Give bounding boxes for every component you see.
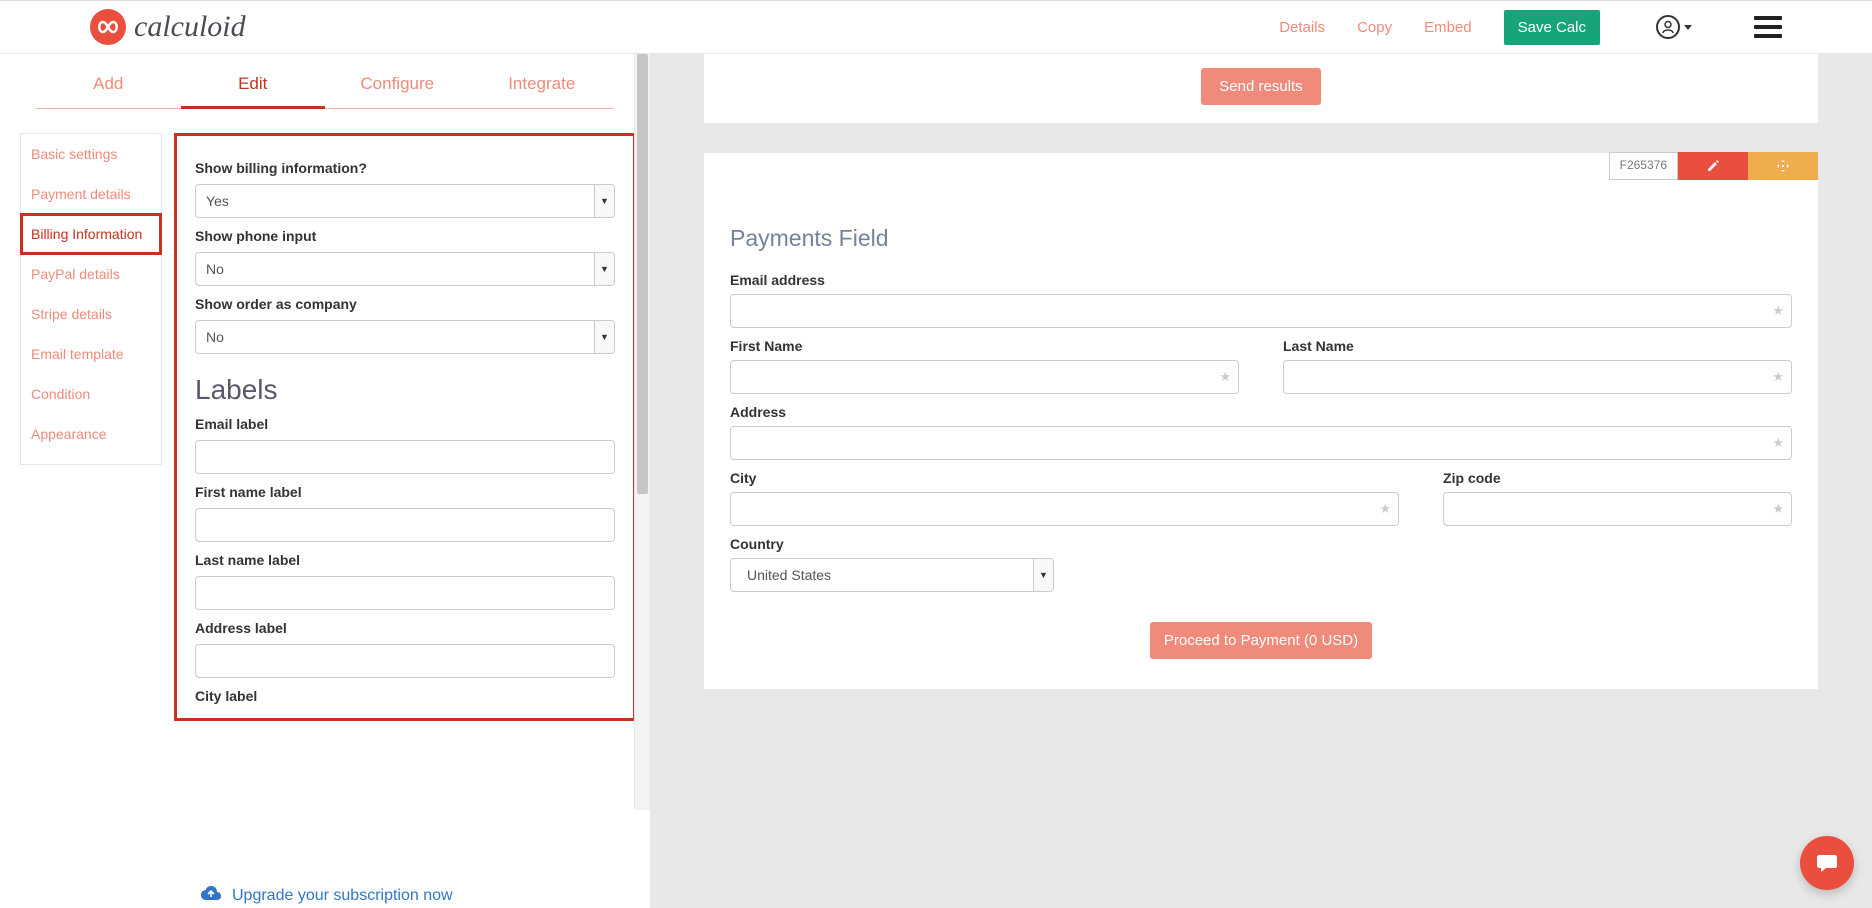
pv-email-label: Email address	[730, 272, 1792, 288]
tab-integrate[interactable]: Integrate	[470, 56, 615, 109]
pv-city-label: City	[730, 470, 1399, 486]
pv-lastname-input[interactable]	[1283, 360, 1792, 394]
payments-panel: F265376 Payments Field Email address ★ F	[704, 153, 1818, 689]
show-company-select[interactable]: No	[195, 320, 615, 354]
logo[interactable]: calculoid	[90, 9, 246, 45]
nav-details[interactable]: Details	[1279, 19, 1325, 36]
settings-sidebar: Basic settings Payment details Billing I…	[20, 133, 162, 465]
sidebar-item-condition[interactable]: Condition	[21, 374, 161, 414]
first-name-label-label: First name label	[195, 484, 615, 500]
nav-copy[interactable]: Copy	[1357, 19, 1392, 36]
scrollbar[interactable]	[634, 54, 650, 810]
chat-widget-button[interactable]	[1800, 836, 1854, 890]
pv-firstname-input[interactable]	[730, 360, 1239, 394]
editor-column: Add Edit Configure Integrate Basic setti…	[0, 54, 650, 908]
first-name-label-input[interactable]	[195, 508, 615, 542]
logo-mark-icon	[90, 9, 126, 45]
address-label-input[interactable]	[195, 644, 615, 678]
city-label-label: City label	[195, 688, 615, 704]
billing-form: Show billing information? Yes ▼ Show pho…	[174, 133, 636, 721]
sidebar-item-appearance[interactable]: Appearance	[21, 414, 161, 454]
move-field-button[interactable]	[1748, 152, 1818, 180]
send-results-strip: Send results	[704, 54, 1818, 123]
star-icon: ★	[1219, 369, 1231, 385]
last-name-label-input[interactable]	[195, 576, 615, 610]
preview-column: Send results F265376 Payments Field Emai…	[650, 54, 1872, 908]
pv-country-label: Country	[730, 536, 1792, 552]
sidebar-item-paypal[interactable]: PayPal details	[21, 254, 161, 294]
scrollbar-thumb[interactable]	[637, 54, 648, 494]
upgrade-link[interactable]: Upgrade your subscription now	[232, 887, 453, 905]
pv-firstname-label: First Name	[730, 338, 1239, 354]
logo-text: calculoid	[134, 10, 246, 44]
avatar-icon	[1656, 15, 1680, 39]
save-calc-button[interactable]: Save Calc	[1504, 10, 1600, 45]
show-company-label: Show order as company	[195, 296, 615, 312]
star-icon: ★	[1772, 369, 1784, 385]
email-label-label: Email label	[195, 416, 615, 432]
top-bar: calculoid Details Copy Embed Save Calc	[0, 0, 1872, 54]
editor-tabs: Add Edit Configure Integrate	[0, 56, 650, 109]
cloud-upload-icon	[200, 884, 222, 908]
proceed-payment-button[interactable]: Proceed to Payment (0 USD)	[1150, 622, 1372, 659]
star-icon: ★	[1772, 501, 1784, 517]
star-icon: ★	[1772, 435, 1784, 451]
email-label-input[interactable]	[195, 440, 615, 474]
tab-add[interactable]: Add	[36, 56, 181, 109]
last-name-label-label: Last name label	[195, 552, 615, 568]
star-icon: ★	[1772, 303, 1784, 319]
panel-title: Payments Field	[730, 225, 1804, 252]
sidebar-item-billing[interactable]: Billing Information	[21, 214, 161, 254]
pv-city-input[interactable]	[730, 492, 1399, 526]
move-icon	[1776, 159, 1790, 173]
sidebar-item-email[interactable]: Email template	[21, 334, 161, 374]
tab-edit[interactable]: Edit	[181, 56, 326, 109]
upgrade-row: Upgrade your subscription now	[0, 868, 650, 908]
top-links: Details Copy Embed Save Calc	[1279, 10, 1782, 45]
edit-field-button[interactable]	[1678, 152, 1748, 180]
show-billing-select[interactable]: Yes	[195, 184, 615, 218]
star-icon: ★	[1379, 501, 1391, 517]
pencil-icon	[1706, 159, 1720, 173]
address-label-label: Address label	[195, 620, 615, 636]
show-phone-select[interactable]: No	[195, 252, 615, 286]
user-menu[interactable]	[1632, 15, 1692, 39]
tab-configure[interactable]: Configure	[325, 56, 470, 109]
sidebar-item-basic[interactable]: Basic settings	[21, 134, 161, 174]
show-phone-label: Show phone input	[195, 228, 615, 244]
nav-embed[interactable]: Embed	[1424, 19, 1472, 36]
field-id-badge: F265376	[1609, 152, 1678, 180]
send-results-button[interactable]: Send results	[1201, 68, 1320, 105]
pv-lastname-label: Last Name	[1283, 338, 1792, 354]
chat-icon	[1814, 850, 1840, 876]
pv-country-select[interactable]: United States	[730, 558, 1054, 592]
show-billing-label: Show billing information?	[195, 160, 615, 176]
pv-email-input[interactable]	[730, 294, 1792, 328]
pv-zip-input[interactable]	[1443, 492, 1792, 526]
pv-zip-label: Zip code	[1443, 470, 1792, 486]
panel-toolbar: F265376	[1609, 152, 1818, 180]
caret-down-icon	[1684, 25, 1692, 30]
menu-button[interactable]	[1754, 16, 1782, 38]
sidebar-item-payment[interactable]: Payment details	[21, 174, 161, 214]
labels-heading: Labels	[195, 374, 615, 406]
pv-address-input[interactable]	[730, 426, 1792, 460]
sidebar-item-stripe[interactable]: Stripe details	[21, 294, 161, 334]
pv-address-label: Address	[730, 404, 1792, 420]
